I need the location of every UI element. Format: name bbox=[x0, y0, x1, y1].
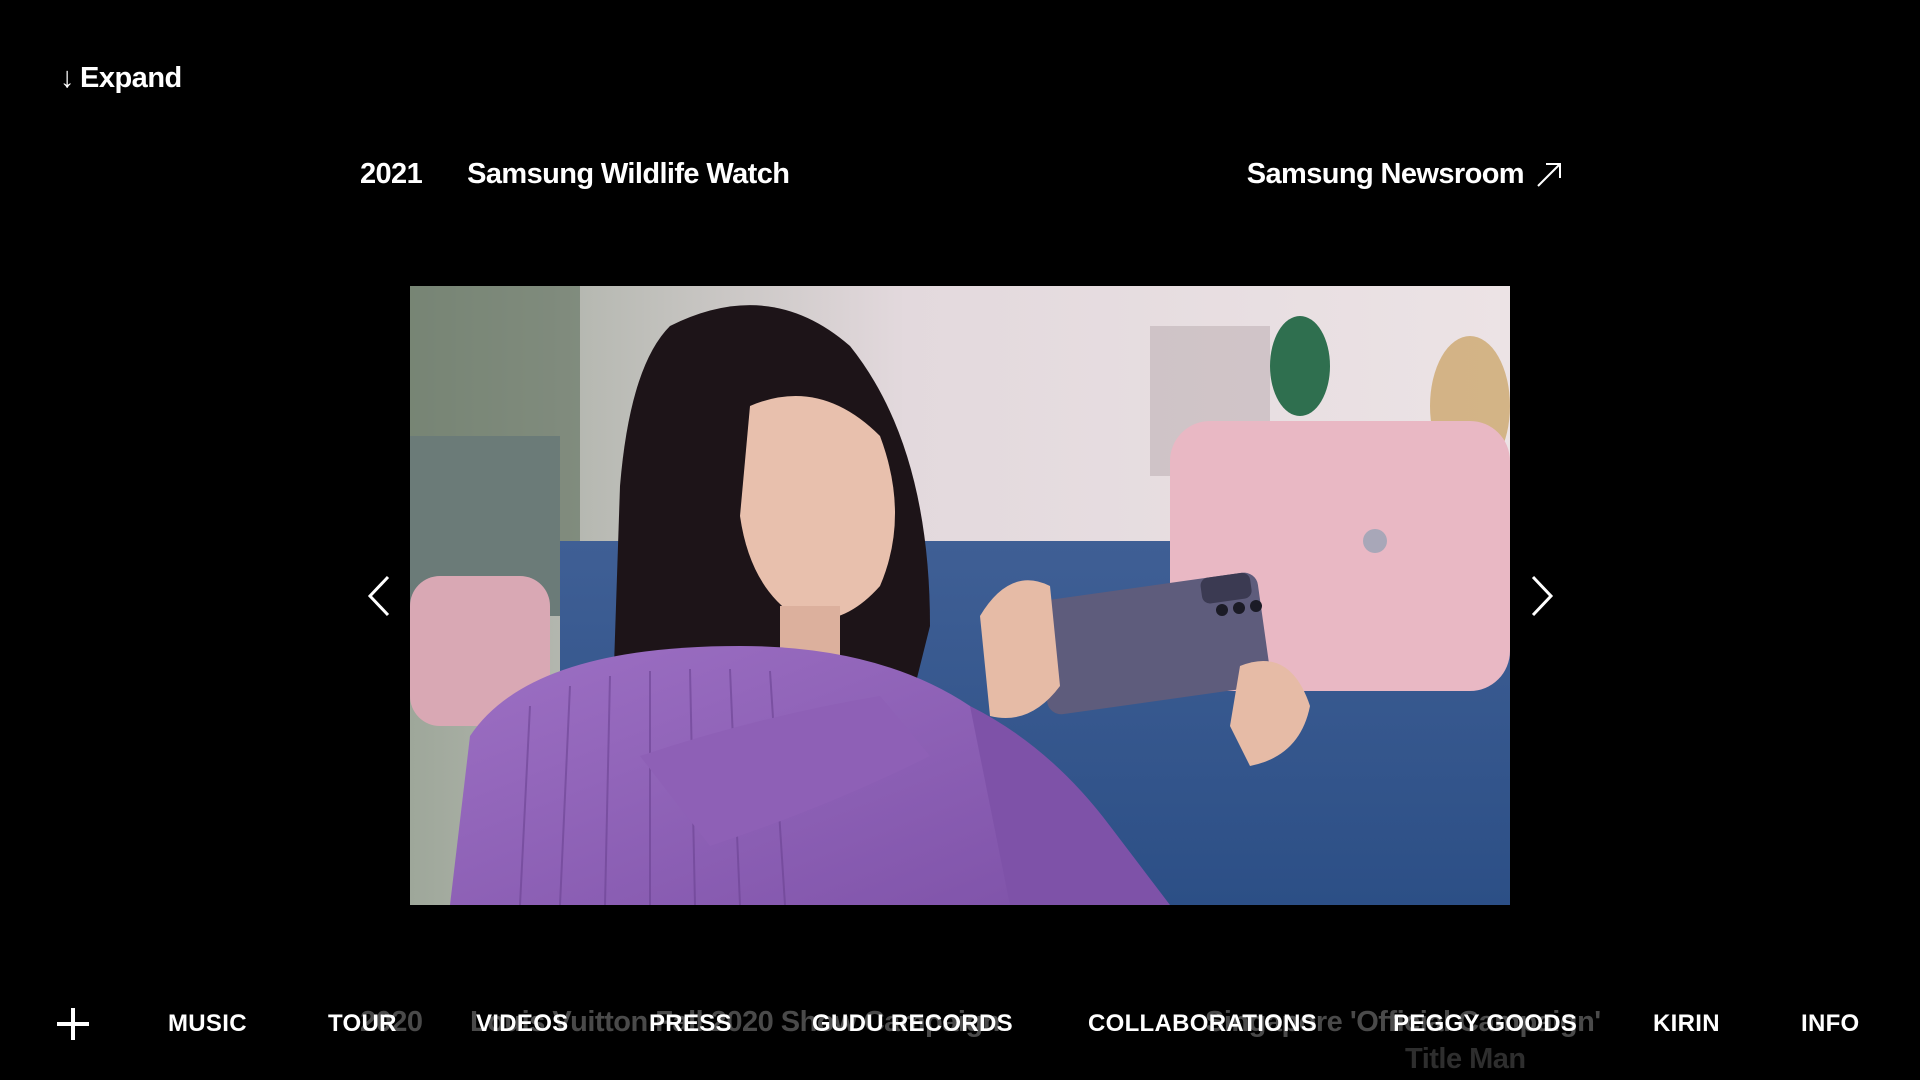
nav-item-kirin[interactable]: KIRIN bbox=[1653, 1010, 1720, 1038]
nav-item-collaborations[interactable]: COLLABORATIONS bbox=[1088, 1010, 1317, 1038]
nav-item-tour[interactable]: TOUR bbox=[328, 1010, 397, 1038]
chevron-left-icon bbox=[367, 575, 390, 617]
newsroom-link-label: Samsung Newsroom bbox=[1246, 158, 1525, 190]
plus-icon bbox=[57, 1008, 89, 1040]
expand-button[interactable]: ↓ Expand bbox=[60, 62, 182, 95]
arrow-up-right-icon bbox=[1537, 162, 1561, 187]
nav-item-press[interactable]: PRESS bbox=[649, 1010, 732, 1038]
entry-year: 2021 bbox=[360, 158, 423, 190]
carousel-slide-image bbox=[410, 286, 1510, 905]
newsroom-link[interactable]: Samsung Newsroom bbox=[1247, 158, 1562, 191]
bottom-nav: MUSIC TOUR VIDEOS PRESS GUDU RECORDS COL… bbox=[0, 1006, 1920, 1048]
entry-title: Samsung Wildlife Watch bbox=[467, 158, 790, 190]
slide-photo bbox=[410, 286, 1510, 905]
carousel-prev-button[interactable] bbox=[360, 571, 400, 621]
nav-item-gudu-records[interactable]: GUDU RECORDS bbox=[812, 1010, 1013, 1038]
chevron-right-icon bbox=[1531, 575, 1554, 617]
carousel-next-button[interactable] bbox=[1521, 571, 1561, 621]
arrow-down-icon: ↓ bbox=[60, 62, 75, 94]
nav-item-peggy-goods[interactable]: PEGGY GOODS bbox=[1393, 1010, 1577, 1038]
menu-plus-button[interactable] bbox=[55, 1006, 91, 1042]
nav-item-music[interactable]: MUSIC bbox=[168, 1010, 247, 1038]
entry-header: 2021 Samsung Wildlife Watch Samsung News… bbox=[360, 158, 1562, 191]
expand-label: Expand bbox=[80, 62, 182, 94]
nav-item-info[interactable]: INFO bbox=[1801, 1010, 1860, 1038]
nav-item-videos[interactable]: VIDEOS bbox=[476, 1010, 569, 1038]
